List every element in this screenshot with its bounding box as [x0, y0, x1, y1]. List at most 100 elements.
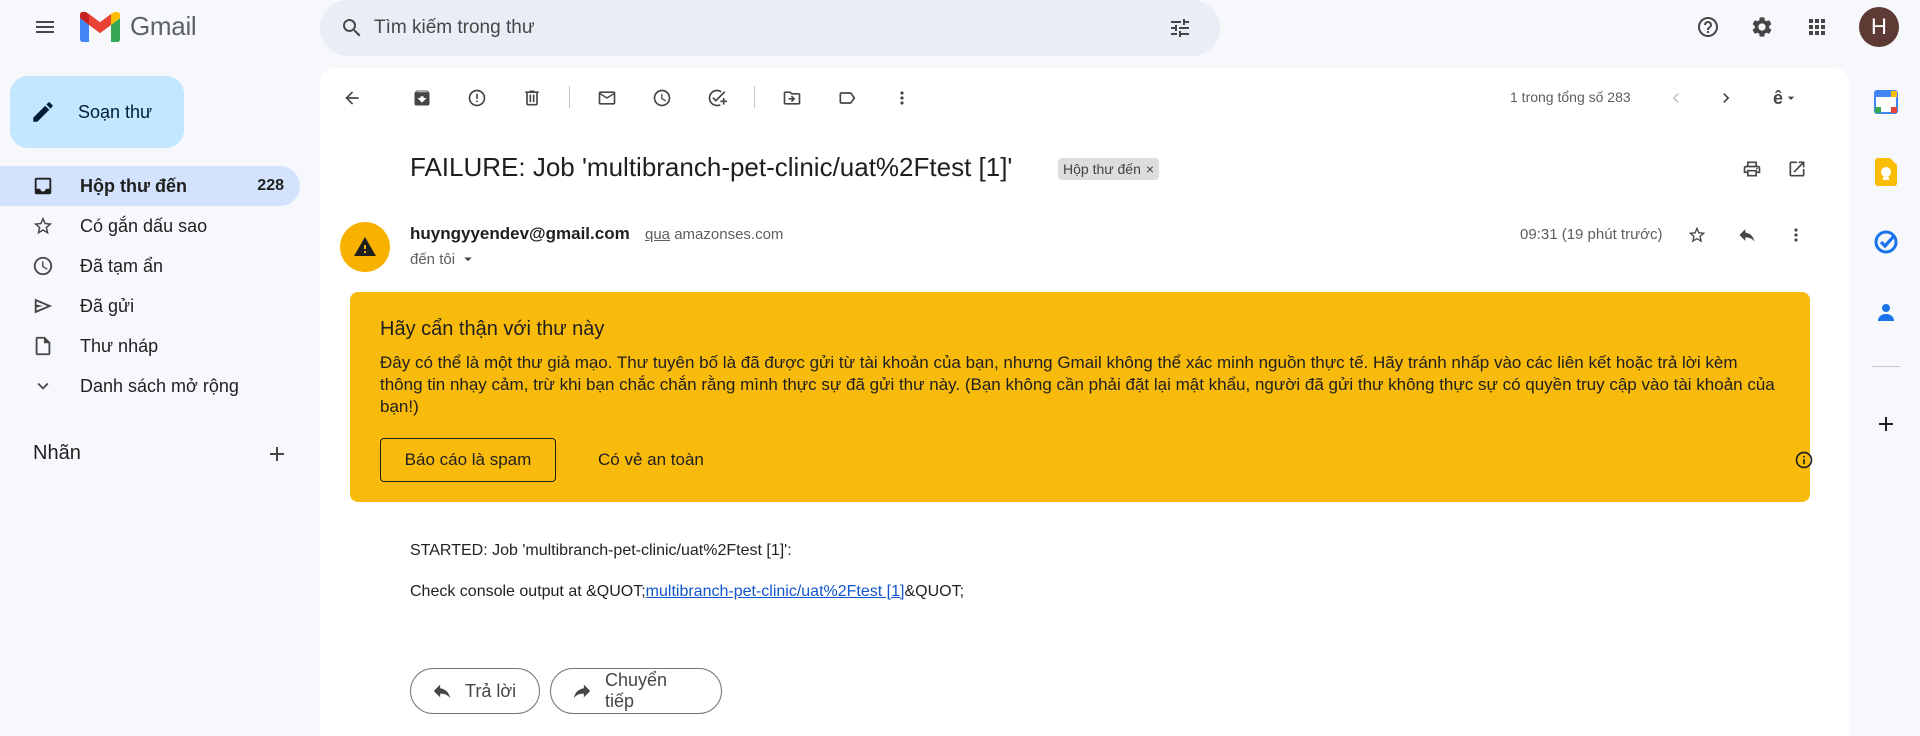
mail-icon — [598, 91, 616, 105]
gmail-logo[interactable]: Gmail — [80, 11, 197, 42]
message-more-button[interactable] — [1776, 215, 1816, 255]
archive-button[interactable] — [402, 78, 442, 118]
star-icon — [1688, 226, 1706, 243]
report-spam-button[interactable]: Báo cáo là spam — [380, 438, 556, 482]
sidebar-item-more[interactable]: Danh sách mở rộng — [0, 366, 300, 406]
reply-icon-button[interactable] — [1727, 215, 1767, 255]
more-vertical-icon — [900, 91, 904, 105]
input-tools-icon: ê — [1772, 87, 1783, 108]
apps-grid-icon — [1809, 19, 1825, 35]
recipient-text: đến tôi — [410, 250, 456, 268]
create-label-button[interactable] — [257, 434, 297, 474]
main-menu-button[interactable] — [24, 6, 66, 48]
sender-email[interactable]: huyngyyendev@gmail.com — [410, 224, 630, 244]
more-actions-button[interactable] — [882, 78, 922, 118]
via-domain: amazonses.com — [674, 226, 784, 243]
sidebar-item-label: Danh sách mở rộng — [80, 375, 239, 396]
forward-label: Chuyển tiếp — [604, 670, 668, 711]
clock-icon — [653, 89, 671, 107]
sidebar-item-sent[interactable]: Đã gửi — [0, 286, 300, 326]
open-new-window-button[interactable] — [1777, 149, 1817, 189]
tasks-icon — [1874, 230, 1898, 254]
search-options-button[interactable] — [1160, 8, 1200, 48]
input-tools-button[interactable]: ê — [1756, 78, 1816, 118]
remove-label-icon[interactable]: × — [1146, 161, 1154, 177]
reply-label: Trả lời — [465, 680, 517, 701]
report-spam-button[interactable] — [457, 78, 497, 118]
inbox-icon — [34, 177, 52, 195]
contacts-icon — [1878, 304, 1894, 321]
plus-icon — [270, 447, 284, 461]
forward-button[interactable]: Chuyển tiếp — [550, 668, 722, 714]
sidebar-item-label: Đã tạm ẩn — [80, 255, 164, 276]
compose-button[interactable]: Soạn thư — [10, 76, 184, 148]
search-input[interactable] — [374, 0, 1134, 56]
draft-icon — [35, 336, 51, 356]
archive-icon — [414, 90, 430, 106]
move-to-button[interactable] — [772, 78, 812, 118]
recipient-details-toggle[interactable]: đến tôi — [410, 250, 477, 268]
dropdown-arrow-icon — [464, 257, 472, 262]
help-icon — [1698, 17, 1718, 37]
plus-icon — [1879, 417, 1893, 431]
message-body-line: STARTED: Job 'multibranch-pet-clinic/uat… — [410, 542, 792, 559]
message-subject: FAILURE: Job 'multibranch-pet-clinic/uat… — [410, 152, 1013, 182]
sidebar-item-label: Thư nháp — [80, 335, 159, 356]
looks-safe-button[interactable]: Có vẻ an toàn — [584, 438, 718, 482]
tasks-app-button[interactable] — [1868, 224, 1904, 260]
hamburger-menu-icon — [36, 21, 54, 33]
help-button[interactable] — [1688, 7, 1728, 47]
message-panel: 1 trong tổng số 283 ê FAILURE: Job 'mult… — [320, 68, 1850, 736]
open-in-new-icon — [1789, 161, 1805, 177]
settings-button[interactable] — [1742, 7, 1782, 47]
console-output-link[interactable]: multibranch-pet-clinic/uat%2Ftest [1] — [646, 583, 905, 600]
mark-unread-button[interactable] — [587, 78, 627, 118]
sidebar-item-label: Có gắn dấu sao — [80, 215, 208, 236]
label-chip-text: Hộp thư đến — [1063, 161, 1141, 177]
inbox-label-chip[interactable]: Hộp thư đến × — [1058, 158, 1160, 180]
labels-button[interactable] — [827, 78, 867, 118]
reply-button[interactable]: Trả lời — [410, 668, 540, 714]
message-time: 09:31 (19 phút trước) — [1520, 226, 1663, 243]
get-addons-button[interactable] — [1868, 406, 1904, 442]
sidebar-item-drafts[interactable]: Thư nháp — [0, 326, 300, 366]
pencil-icon — [33, 102, 53, 122]
gear-icon — [1752, 17, 1772, 37]
labels-heading: Nhãn — [33, 442, 81, 464]
toolbar-divider — [754, 86, 755, 108]
search-button[interactable] — [332, 8, 372, 48]
sidebar-item-snoozed[interactable]: Đã tạm ẩn — [0, 246, 300, 286]
search-bar[interactable] — [320, 0, 1220, 56]
warning-info-button[interactable] — [1784, 440, 1824, 480]
google-apps-button[interactable] — [1797, 7, 1837, 47]
chevron-left-icon — [1672, 93, 1679, 103]
star-button[interactable] — [1677, 215, 1717, 255]
sidebar-item-starred[interactable]: Có gắn dấu sao — [0, 206, 300, 246]
star-icon — [33, 216, 53, 235]
back-button[interactable] — [332, 78, 372, 118]
sender-avatar[interactable] — [340, 222, 390, 272]
forward-icon — [573, 684, 591, 699]
sidebar-item-label: Hộp thư đến — [80, 175, 188, 196]
add-task-icon — [708, 89, 727, 107]
add-to-tasks-button[interactable] — [697, 78, 737, 118]
via-link[interactable]: qua — [645, 226, 670, 243]
report-icon — [468, 89, 486, 107]
account-avatar[interactable]: H — [1859, 7, 1899, 47]
search-icon — [343, 19, 361, 37]
side-panel-divider — [1872, 366, 1900, 367]
trash-icon — [525, 90, 539, 106]
snooze-button[interactable] — [642, 78, 682, 118]
send-icon — [34, 298, 53, 314]
calendar-app-button[interactable] — [1868, 84, 1904, 120]
print-all-button[interactable] — [1732, 149, 1772, 189]
sidebar-item-inbox[interactable]: Hộp thư đến 228 — [0, 166, 300, 206]
older-button[interactable] — [1706, 78, 1746, 118]
newer-button[interactable] — [1656, 78, 1696, 118]
contacts-app-button[interactable] — [1868, 294, 1904, 330]
folder-move-icon — [783, 91, 801, 105]
calendar-icon — [1874, 90, 1898, 114]
delete-button[interactable] — [512, 78, 552, 118]
keep-app-button[interactable] — [1868, 154, 1904, 190]
unread-count: 228 — [257, 177, 284, 194]
